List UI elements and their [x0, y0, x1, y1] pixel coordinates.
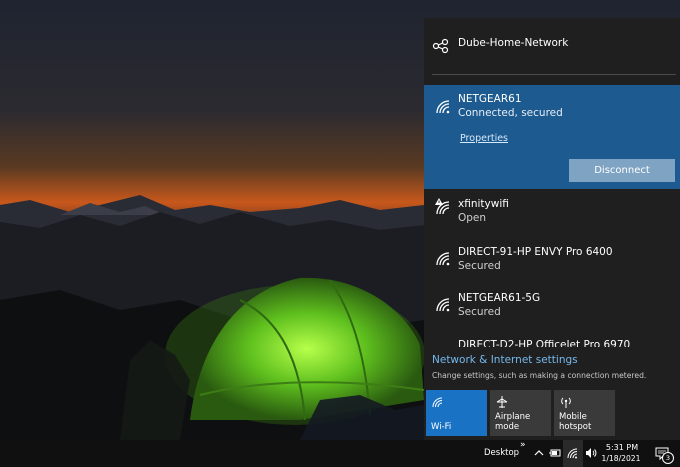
network-item-xfinitywifi[interactable]: xfinitywifi Open — [424, 194, 680, 238]
network-item-netgear61[interactable]: NETGEAR61 Connected, secured Properties … — [424, 85, 680, 189]
divider — [432, 74, 676, 75]
hidden-network-name: Dube-Home-Network — [458, 37, 569, 49]
tile-label: Mobile — [559, 412, 587, 422]
disconnect-button[interactable]: Disconnect — [569, 159, 675, 182]
network-status: Connected, secured — [458, 107, 563, 119]
network-flyout: Dube-Home-Network NETGEAR61 Connected, s… — [424, 18, 680, 440]
clock-date[interactable]: 1/18/2021 — [598, 454, 644, 463]
tile-label: Airplane mode — [495, 412, 531, 432]
network-status: Open — [458, 212, 487, 224]
hidden-network-item[interactable]: Dube-Home-Network — [424, 18, 680, 76]
wifi-open-warning-icon — [435, 198, 450, 215]
toolbar-overflow-chevron[interactable]: » — [520, 440, 526, 450]
network-item-netgear61-5g[interactable]: NETGEAR61-5G Secured — [424, 289, 680, 333]
wifi-signal-icon — [436, 99, 450, 114]
desktop-toolbar-label[interactable]: Desktop — [484, 448, 519, 458]
wifi-signal-icon — [436, 298, 450, 312]
airplane-icon — [496, 396, 508, 408]
network-item-direct-91[interactable]: DIRECT-91-HP ENVY Pro 6400 Secured — [424, 243, 680, 287]
notification-count-badge: 3 — [662, 452, 674, 464]
wifi-toggle-tile[interactable]: Wi-Fi — [426, 390, 487, 436]
network-tray-icon[interactable] — [566, 446, 580, 460]
mobile-hotspot-tile[interactable]: Mobile hotspot — [554, 390, 615, 436]
network-hub-icon — [432, 38, 449, 54]
show-hidden-icons-icon[interactable] — [532, 446, 546, 460]
network-item-direct-d2[interactable]: DIRECT-D2-HP OfficeJet Pro 6970 — [424, 335, 680, 347]
taskbar: Desktop » 5:31 PM 1/18/2021 3 — [0, 440, 680, 467]
network-name: DIRECT-D2-HP OfficeJet Pro 6970 — [458, 339, 631, 347]
tile-label: hotspot — [559, 422, 592, 432]
tile-label: Wi-Fi — [431, 422, 452, 432]
hotspot-icon — [561, 397, 571, 408]
battery-plug-icon[interactable] — [548, 446, 562, 460]
wifi-icon — [432, 397, 443, 408]
network-status: Secured — [458, 260, 501, 272]
network-name: xfinitywifi — [458, 198, 509, 210]
properties-link[interactable]: Properties — [460, 133, 508, 144]
clock-time[interactable]: 5:31 PM — [604, 443, 640, 452]
network-name: NETGEAR61 — [458, 93, 522, 105]
network-settings-description: Change settings, such as making a connec… — [432, 371, 647, 380]
network-settings-link[interactable]: Network & Internet settings — [432, 354, 578, 366]
airplane-mode-tile[interactable]: Airplane mode — [490, 390, 551, 436]
network-name: DIRECT-91-HP ENVY Pro 6400 — [458, 246, 613, 258]
network-status: Secured — [458, 306, 501, 318]
network-name: NETGEAR61-5G — [458, 292, 541, 304]
wifi-signal-icon — [436, 252, 450, 266]
volume-icon[interactable] — [584, 446, 598, 460]
